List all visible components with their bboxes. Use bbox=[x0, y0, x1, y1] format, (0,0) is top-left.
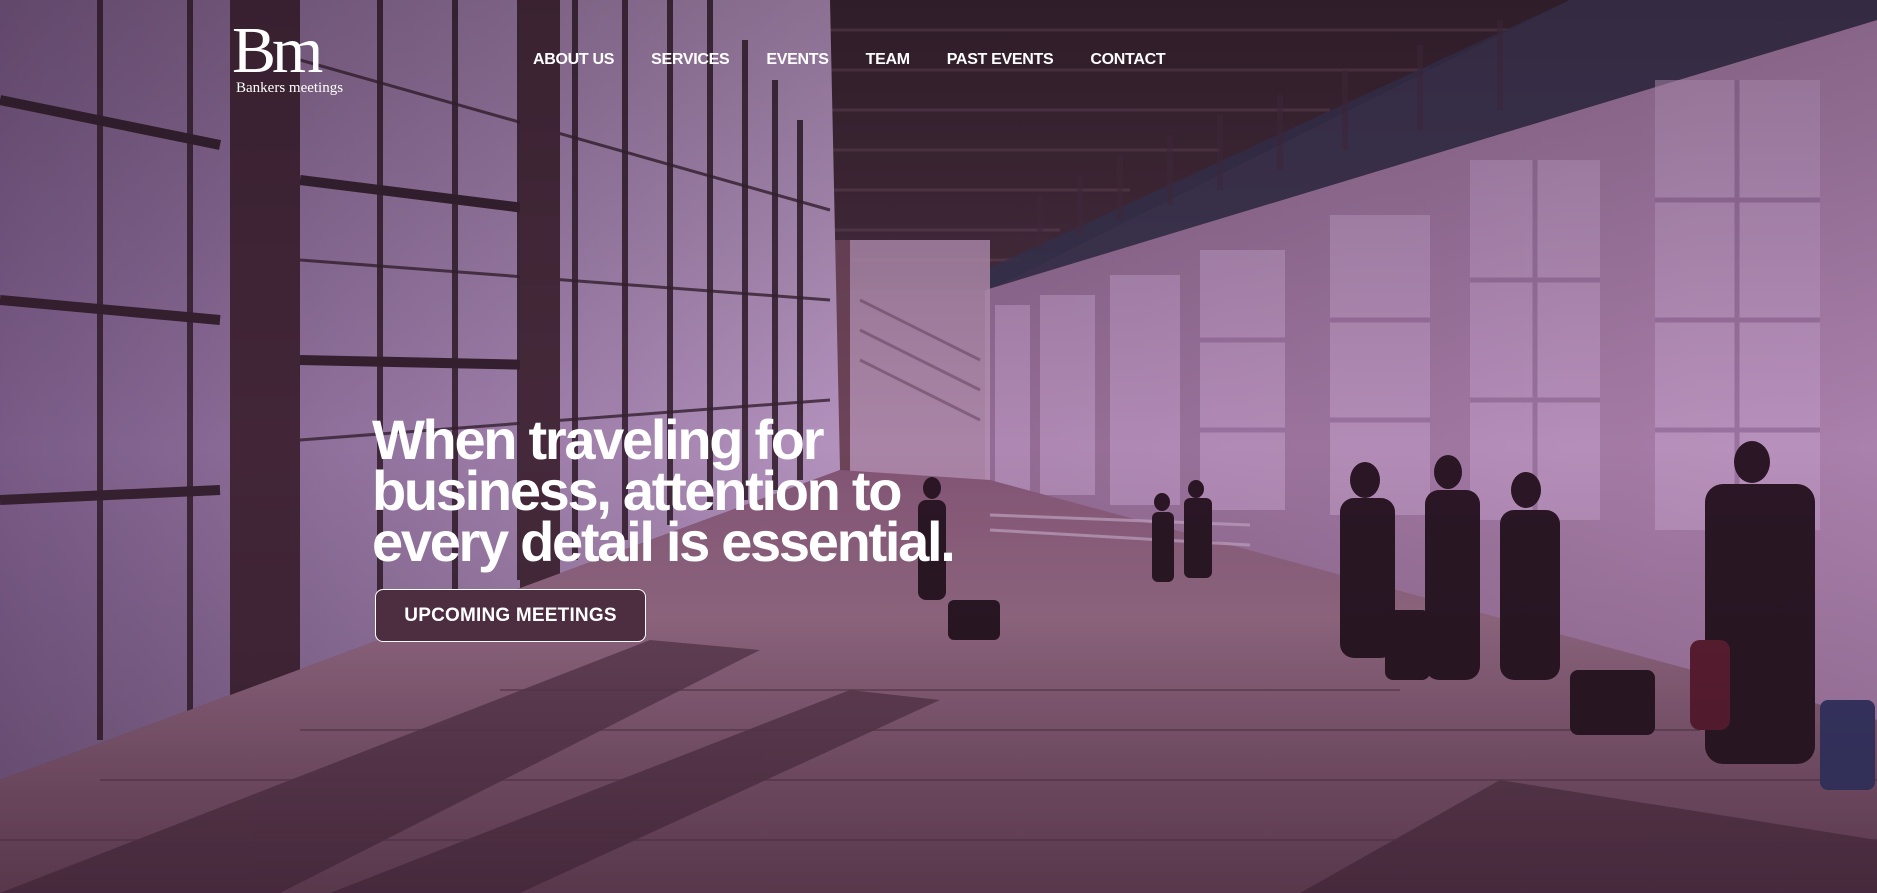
page: Bm Bankers meetings ABOUT US SERVICES EV… bbox=[0, 0, 1877, 893]
brand-logo[interactable]: Bm Bankers meetings bbox=[232, 18, 356, 98]
nav-item-services[interactable]: SERVICES bbox=[651, 51, 730, 69]
nav-item-events[interactable]: EVENTS bbox=[766, 51, 829, 69]
upcoming-meetings-button[interactable]: UPCOMING MEETINGS bbox=[375, 589, 646, 642]
nav-item-team[interactable]: TEAM bbox=[866, 51, 910, 69]
logo-text: Bankers meetings bbox=[236, 80, 344, 96]
nav-item-contact[interactable]: CONTACT bbox=[1090, 51, 1165, 69]
logo-mark: Bm bbox=[232, 14, 323, 87]
nav-item-about-us[interactable]: ABOUT US bbox=[533, 51, 614, 69]
hero-headline: When traveling for business, attention t… bbox=[372, 408, 956, 573]
nav-item-past-events[interactable]: PAST EVENTS bbox=[947, 51, 1054, 69]
main-nav: ABOUT US SERVICES EVENTS TEAM PAST EVENT… bbox=[533, 49, 1166, 71]
